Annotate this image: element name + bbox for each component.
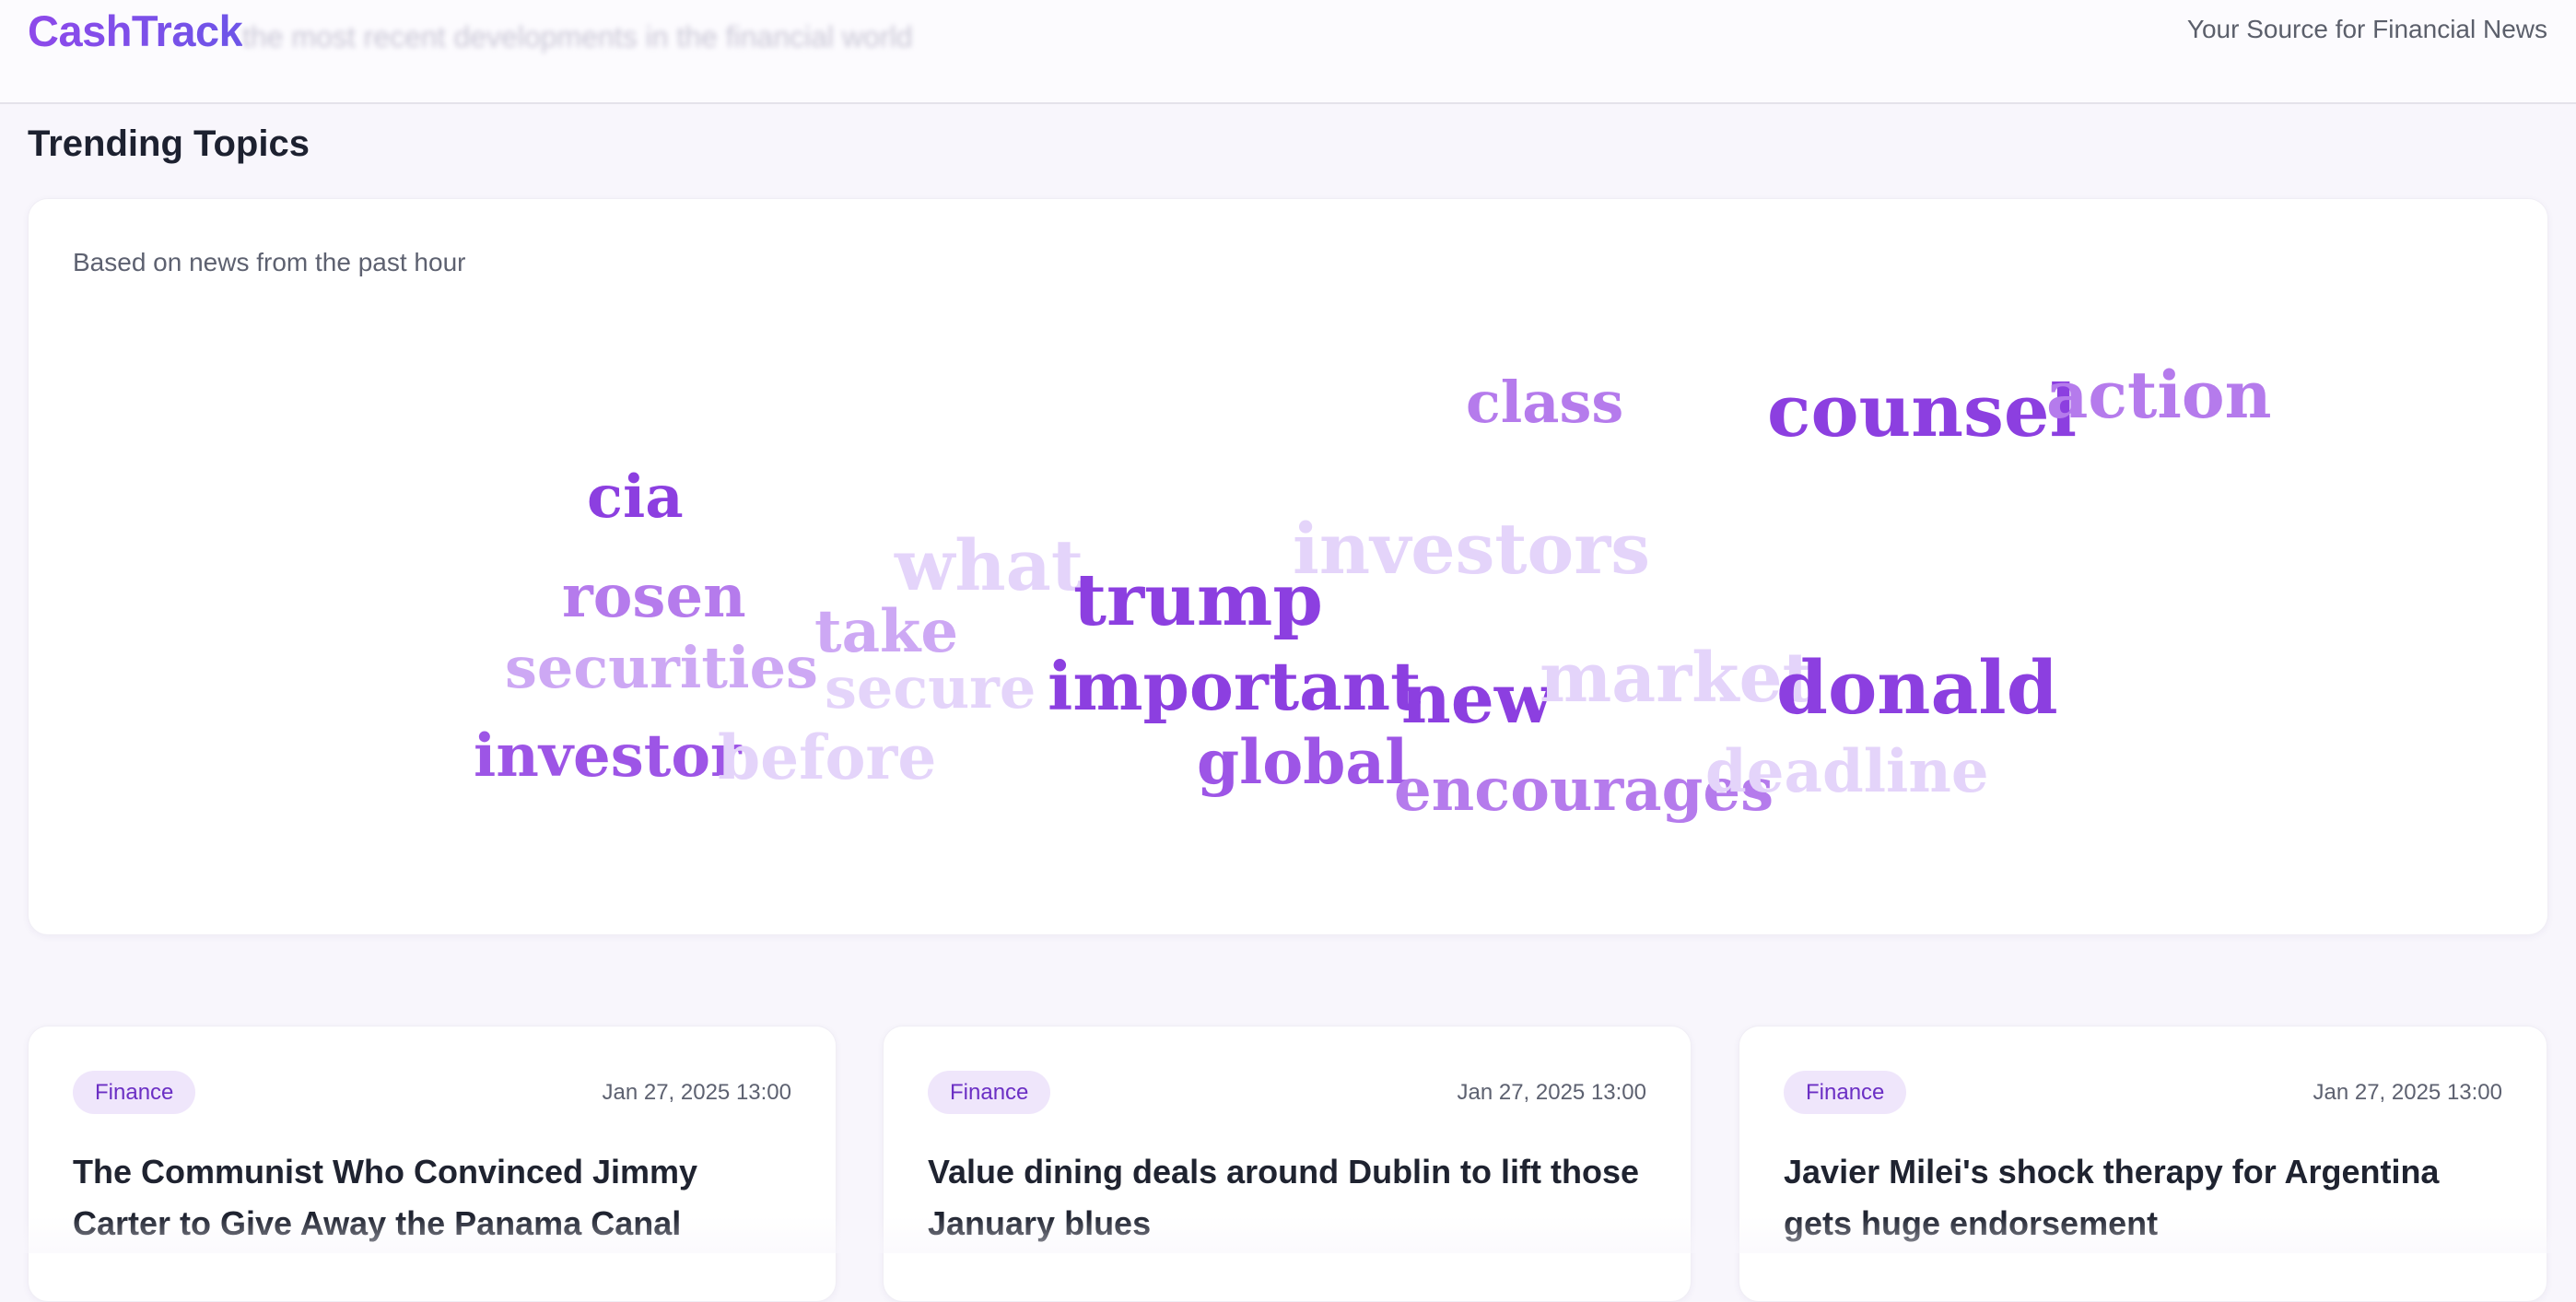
word-cloud-term-securities[interactable]: securities (505, 639, 818, 697)
word-cloud-term-take[interactable]: take (814, 603, 958, 662)
word-cloud-term-trump[interactable]: trump (1073, 565, 1323, 637)
word-cloud-caption: Based on news from the past hour (73, 244, 465, 281)
word-cloud-term-deadline[interactable]: deadline (1705, 743, 1989, 802)
category-badge[interactable]: Finance (928, 1071, 1050, 1114)
news-title[interactable]: The Communist Who Convinced Jimmy Carter… (73, 1146, 801, 1249)
word-cloud-term-investor[interactable]: investor (474, 727, 742, 786)
news-date: Jan 27, 2025 13:00 (2313, 1078, 2502, 1108)
category-badge[interactable]: Finance (73, 1071, 195, 1114)
header-tagline: Your Source for Financial News (2187, 11, 2547, 48)
word-cloud-term-important[interactable]: important (1048, 653, 1421, 720)
news-card[interactable]: Finance Jan 27, 2025 13:00 Value dining … (883, 1026, 1692, 1302)
brand-logo[interactable]: CashTrack (28, 4, 242, 59)
word-cloud-term-counsel[interactable]: counsel (1767, 376, 2077, 448)
word-cloud-term-new[interactable]: new (1401, 665, 1553, 733)
word-cloud-term-global[interactable]: global (1197, 732, 1408, 792)
word-cloud-card: Based on news from the past hour class co… (28, 198, 2548, 935)
category-badge[interactable]: Finance (1784, 1071, 1906, 1114)
news-cards-row: Finance Jan 27, 2025 13:00 The Communist… (28, 1026, 2548, 1265)
news-title[interactable]: Value dining deals around Dublin to lift… (928, 1146, 1656, 1249)
site-header: CashTrack the most recent developments i… (0, 0, 2576, 104)
word-cloud-term-class[interactable]: class (1466, 374, 1623, 431)
word-cloud-term-before[interactable]: before (718, 727, 936, 788)
header-subtitle: the most recent developments in the fina… (242, 17, 913, 57)
word-cloud-term-market[interactable]: market (1540, 644, 1814, 712)
word-cloud-term-what[interactable]: what (895, 531, 1083, 601)
word-cloud-term-secure[interactable]: secure (825, 660, 1036, 717)
news-card[interactable]: Finance Jan 27, 2025 13:00 The Communist… (28, 1026, 837, 1302)
trending-topics-title: Trending Topics (28, 118, 310, 170)
news-card[interactable]: Finance Jan 27, 2025 13:00 Javier Milei'… (1739, 1026, 2547, 1302)
news-title[interactable]: Javier Milei's shock therapy for Argenti… (1784, 1146, 2512, 1249)
word-cloud-term-cia[interactable]: cia (587, 468, 684, 527)
word-cloud-term-investors[interactable]: investors (1293, 514, 1650, 584)
news-date: Jan 27, 2025 13:00 (1457, 1078, 1646, 1108)
word-cloud-term-action[interactable]: action (2046, 363, 2272, 428)
news-date: Jan 27, 2025 13:00 (602, 1078, 791, 1108)
word-cloud-term-donald[interactable]: donald (1776, 651, 2058, 724)
word-cloud-term-rosen[interactable]: rosen (562, 568, 746, 627)
